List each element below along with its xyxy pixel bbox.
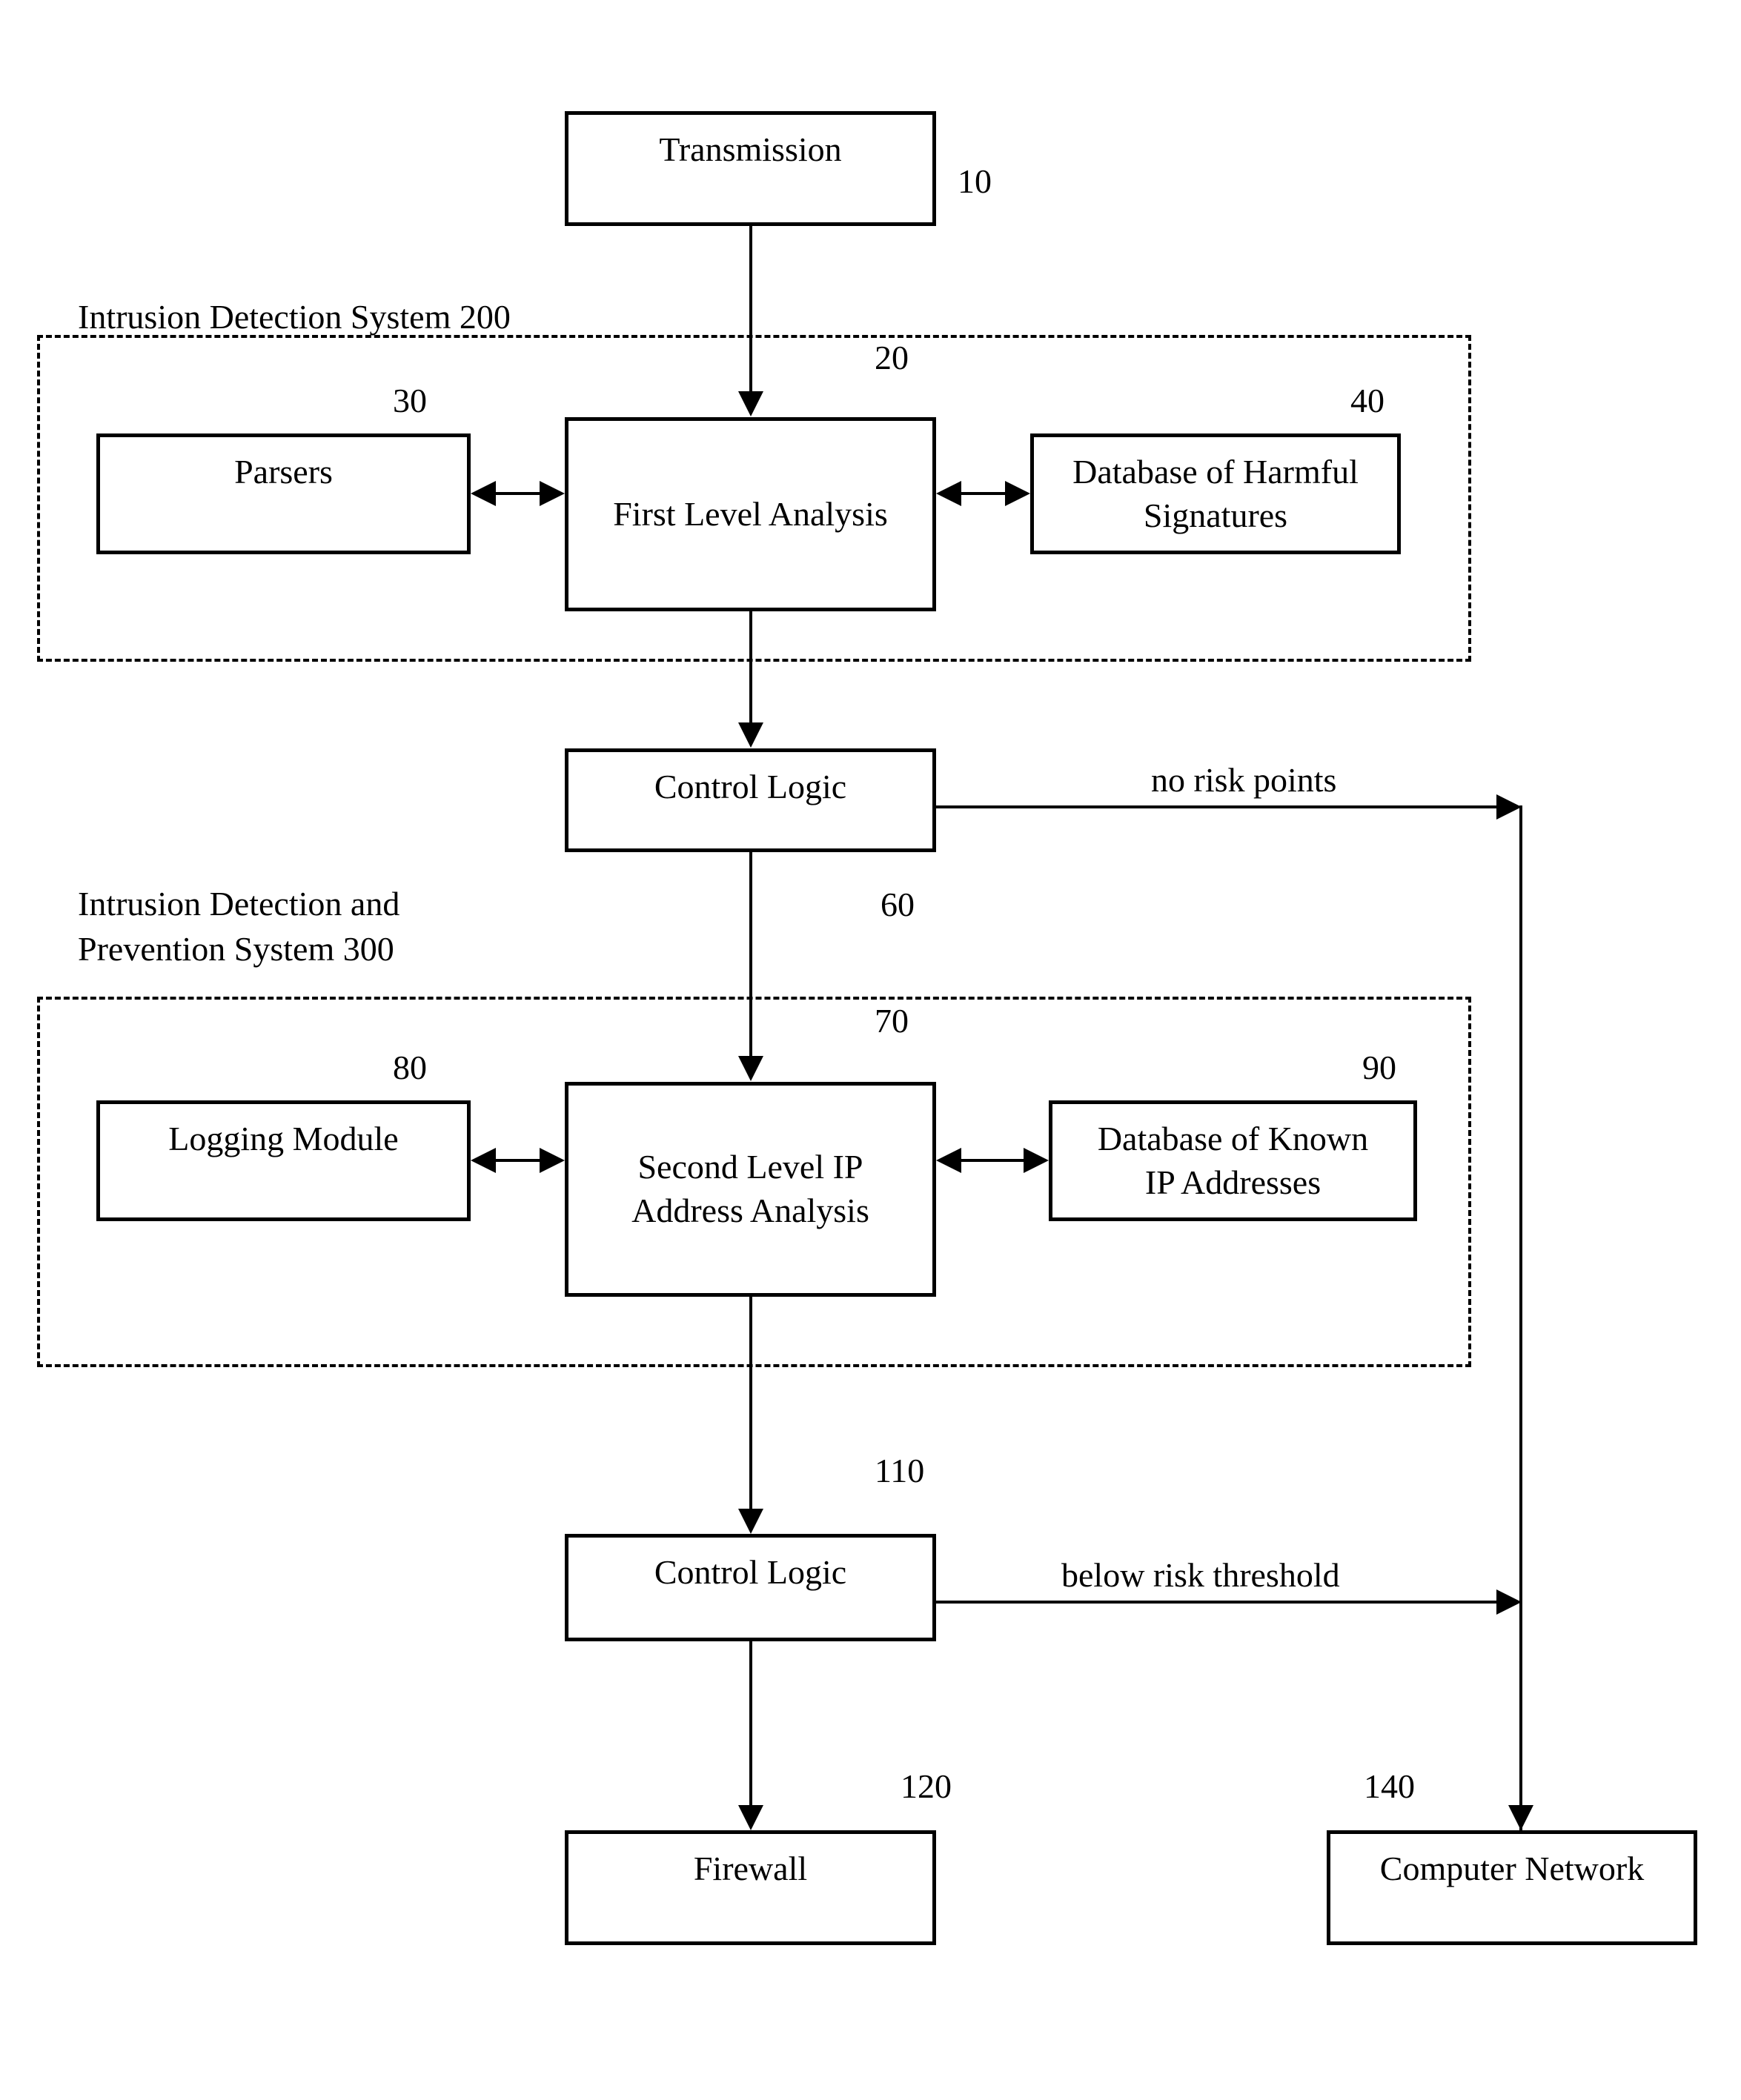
connector-right-rail [1519,805,1522,1830]
box-control-logic-1-label: Control Logic [654,768,847,805]
arrowhead-control-logic-1-input [738,722,763,748]
container-idps-left-edge [37,997,40,1367]
connector-control-logic-2-to-firewall [749,1641,752,1806]
container-idps-right-edge [1468,997,1471,1367]
box-logging-module[interactable]: Logging Module [96,1100,471,1221]
box-parsers[interactable]: Parsers [96,433,471,554]
patent-flow-diagram: Transmission 10 Intrusion Detection Syst… [0,0,1741,2100]
numeral-computer-network: 140 [1364,1767,1415,1805]
numeral-first-level-analysis: 20 [875,339,909,376]
label-below-risk-threshold: below risk threshold [1061,1556,1340,1594]
connector-logging-second-level [494,1159,543,1162]
box-first-level-analysis-label: First Level Analysis [613,494,888,533]
arrowhead-parsers-left [471,481,496,506]
arrowhead-known-ip-left [936,1148,961,1173]
arrowhead-parsers-right [540,481,565,506]
numeral-database-harmful-signatures: 40 [1350,382,1384,419]
numeral-second-level-ip-analysis: 70 [875,1002,909,1040]
box-parsers-label: Parsers [234,453,333,491]
box-transmission-label: Transmission [659,130,842,168]
box-computer-network[interactable]: Computer Network [1327,1830,1697,1945]
box-database-known-ip[interactable]: Database of Known IP Addresses [1049,1100,1417,1221]
arrowhead-control-logic-2-input [738,1509,763,1534]
label-intrusion-detection-prevention-system: Intrusion Detection and Prevention Syste… [78,885,400,968]
box-second-level-ip-analysis-label: Second Level IP Address Analysis [631,1148,869,1229]
container-idps-bottom-edge [37,1364,1471,1367]
box-transmission[interactable]: Transmission [565,111,936,226]
numeral-transmission: 10 [958,162,992,200]
container-idps-top-edge [37,997,1471,1000]
box-database-known-ip-label: Database of Known IP Addresses [1097,1120,1369,1201]
box-control-logic-2[interactable]: Control Logic [565,1534,936,1641]
numeral-control-logic-1: 60 [881,885,915,923]
box-logging-module-label: Logging Module [168,1120,399,1157]
numeral-logging-module: 80 [393,1049,427,1086]
box-control-logic-1[interactable]: Control Logic [565,748,936,852]
connector-parsers-first-level [494,492,543,495]
label-no-risk-points: no risk points [1151,761,1337,799]
arrowhead-below-risk-threshold [1496,1589,1522,1615]
connector-second-level-known-ip [959,1159,1027,1162]
box-database-harmful-signatures[interactable]: Database of Harmful Signatures [1030,433,1401,554]
container-ids-right-edge [1468,335,1471,662]
container-ids-top-edge [37,335,1471,338]
arrowhead-harmful-db-left [936,481,961,506]
container-ids-bottom-edge [37,659,1471,662]
box-database-harmful-signatures-label: Database of Harmful Signatures [1072,453,1359,534]
numeral-parsers: 30 [393,382,427,419]
arrowhead-logging-left [471,1148,496,1173]
box-firewall[interactable]: Firewall [565,1830,936,1945]
box-firewall-label: Firewall [693,1850,808,1887]
box-control-logic-2-label: Control Logic [654,1553,847,1591]
box-first-level-analysis[interactable]: First Level Analysis [565,417,936,611]
arrowhead-firewall-input [738,1805,763,1830]
numeral-database-known-ip: 90 [1362,1049,1396,1086]
numeral-firewall: 120 [901,1767,952,1805]
connector-second-level-to-control-logic-2 [749,1297,752,1512]
box-computer-network-label: Computer Network [1379,1850,1645,1887]
arrowhead-harmful-db-right [1005,481,1030,506]
numeral-control-logic-2: 110 [875,1452,925,1489]
arrowhead-known-ip-right [1024,1148,1049,1173]
container-ids-left-edge [37,335,40,662]
label-intrusion-detection-system: Intrusion Detection System 200 [78,298,511,336]
arrowhead-logging-right [540,1148,565,1173]
arrowhead-no-risk-points [1496,794,1522,820]
connector-no-risk-points [936,805,1496,808]
connector-below-risk-threshold [936,1601,1496,1604]
arrowhead-computer-network-input [1508,1805,1533,1830]
connector-first-level-database [959,492,1008,495]
box-second-level-ip-analysis[interactable]: Second Level IP Address Analysis [565,1082,936,1297]
connector-first-level-to-control-logic-1 [749,611,752,724]
